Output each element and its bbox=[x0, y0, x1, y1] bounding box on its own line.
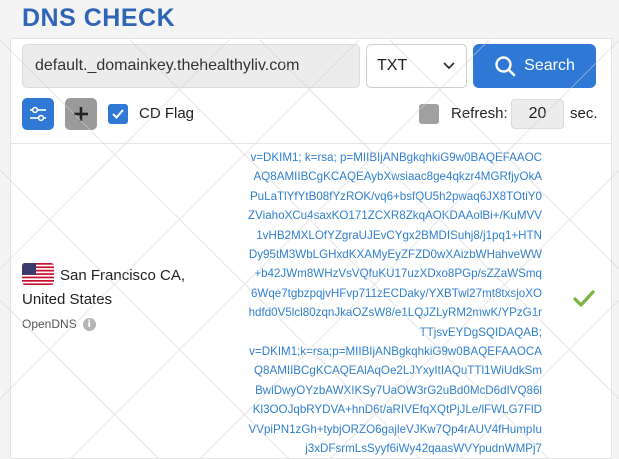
plus-icon bbox=[72, 105, 90, 123]
cd-flag-checkbox[interactable] bbox=[108, 104, 128, 124]
page-title: DNS CHECK bbox=[22, 4, 176, 32]
record-type-select[interactable]: TXT bbox=[366, 44, 467, 88]
txt-records: v=DKIM1; k=rsa; p=MIIBIjANBgkqhkiG9w0BAQ… bbox=[248, 148, 542, 459]
info-icon[interactable]: i bbox=[82, 317, 96, 331]
refresh-label: Refresh: bbox=[451, 105, 508, 122]
provider-name: OpenDNS bbox=[22, 317, 77, 331]
sliders-icon bbox=[28, 105, 48, 123]
settings-button[interactable] bbox=[22, 98, 54, 130]
refresh-unit-label: sec. bbox=[570, 105, 598, 122]
refresh-checkbox[interactable] bbox=[419, 104, 439, 124]
record-type-value: TXT bbox=[377, 57, 408, 74]
dns-provider: OpenDNS i bbox=[22, 317, 96, 331]
add-button[interactable] bbox=[65, 98, 97, 130]
refresh-interval-input[interactable]: 20 bbox=[511, 99, 564, 129]
txt-record: v=DKIM1; k=rsa; p=MIIBIjANBgkqhkiG9w0BAQ… bbox=[248, 151, 542, 339]
search-icon bbox=[494, 55, 516, 77]
search-button-label: Search bbox=[524, 57, 575, 74]
txt-record: v=DKIM1;k=rsa;p=MIIBIjANBgkqhkiG9w0BAQEF… bbox=[248, 345, 542, 456]
chevron-down-icon bbox=[442, 61, 456, 71]
domain-input[interactable]: default._domainkey.thehealthyliv.com bbox=[22, 44, 360, 88]
cd-flag-label: CD Flag bbox=[139, 105, 195, 122]
checkmark-icon bbox=[572, 289, 596, 314]
divider bbox=[10, 143, 612, 144]
search-button[interactable]: Search bbox=[473, 44, 596, 88]
server-location: San Francisco CA, United States bbox=[22, 267, 186, 308]
